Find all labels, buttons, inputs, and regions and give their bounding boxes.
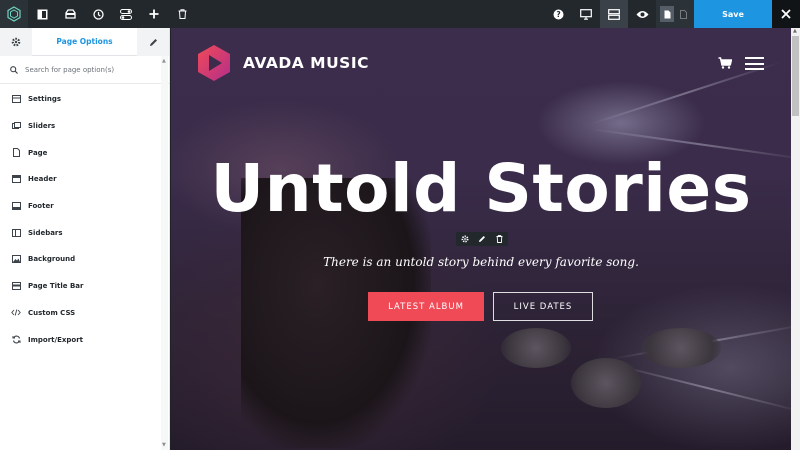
- svg-text:?: ?: [556, 10, 560, 19]
- page-title-bar-icon: [11, 281, 21, 291]
- delete-icon[interactable]: [494, 234, 504, 244]
- hero-title: Untold Stories: [210, 150, 752, 227]
- sidebar-item-label: Footer: [28, 202, 54, 211]
- sidebar-item-page[interactable]: Page: [0, 139, 169, 166]
- scroll-down-icon[interactable]: ▼: [162, 442, 166, 448]
- sidebar-item-settings[interactable]: Settings: [0, 86, 169, 113]
- sidebar-item-label: Custom CSS: [28, 308, 76, 317]
- page-icon[interactable]: [660, 6, 674, 22]
- drum: [571, 358, 641, 408]
- sidebars-icon: [11, 228, 21, 238]
- sidebar-item-label: Sliders: [28, 122, 56, 131]
- search-field[interactable]: Search for page option(s): [0, 56, 169, 84]
- page-type-switch: [656, 0, 694, 28]
- hamburger-menu-icon[interactable]: [745, 57, 764, 70]
- search-placeholder: Search for page option(s): [25, 65, 115, 74]
- desktop-icon[interactable]: [572, 0, 600, 28]
- settings-icon: [11, 94, 21, 104]
- cart-icon[interactable]: [718, 57, 732, 69]
- sidebar-item-sliders[interactable]: Sliders: [0, 113, 169, 140]
- sidebar-item-custom-css[interactable]: Custom CSS: [0, 300, 169, 327]
- import-export-icon: [11, 335, 21, 345]
- sidebar-item-label: Header: [28, 175, 57, 184]
- footer-icon: [11, 201, 21, 211]
- post-icon[interactable]: [676, 6, 690, 22]
- sidebar-item-label: Settings: [28, 95, 62, 104]
- sliders-icon: [11, 121, 21, 131]
- avada-music-logo-icon: [198, 45, 230, 81]
- avada-logo-icon[interactable]: [0, 0, 28, 28]
- save-button[interactable]: Save: [694, 0, 772, 28]
- sidebar-item-header[interactable]: Header: [0, 166, 169, 193]
- tab-page-options[interactable]: Page Options: [32, 28, 137, 55]
- wireframe-icon[interactable]: [600, 0, 628, 28]
- sidebar-item-label: Sidebars: [28, 228, 63, 237]
- search-icon: [10, 65, 18, 74]
- page-options-sidebar: Page Options Search for page option(s) S…: [0, 28, 170, 450]
- sidebar-item-label: Page: [28, 148, 48, 157]
- sidebar-toggle-icon[interactable]: [28, 0, 56, 28]
- close-icon[interactable]: [772, 0, 800, 28]
- brand-name: AVADA MUSIC: [243, 54, 369, 72]
- library-icon[interactable]: [56, 0, 84, 28]
- sidebar-item-background[interactable]: Background: [0, 246, 169, 273]
- light-beam: [590, 61, 782, 125]
- page-options-list: Settings Sliders Page Header Footer Side…: [0, 84, 169, 353]
- sidebar-item-label: Import/Export: [28, 335, 83, 344]
- sidebar-item-import-export[interactable]: Import/Export: [0, 326, 169, 353]
- sidebar-item-label: Page Title Bar: [28, 282, 84, 291]
- add-icon[interactable]: [140, 0, 168, 28]
- element-edit-toolbar: [456, 232, 508, 246]
- trash-icon[interactable]: [168, 0, 196, 28]
- sidebar-item-page-title-bar[interactable]: Page Title Bar: [0, 273, 169, 300]
- live-dates-button[interactable]: LIVE DATES: [493, 292, 593, 321]
- help-icon[interactable]: ?: [544, 0, 572, 28]
- gear-icon[interactable]: [0, 28, 32, 56]
- toggle-icon[interactable]: [112, 0, 140, 28]
- drum: [501, 328, 571, 368]
- settings-gear-icon[interactable]: [460, 234, 470, 244]
- page-icon: [11, 148, 21, 158]
- sidebar-tabs: Page Options: [0, 28, 169, 56]
- hero-subtitle: There is an untold story behind every fa…: [323, 255, 639, 269]
- drum: [641, 328, 721, 368]
- site-brand[interactable]: AVADA MUSIC: [197, 44, 369, 82]
- top-toolbar: ? Save: [0, 0, 800, 28]
- latest-album-button[interactable]: LATEST ALBUM: [368, 292, 484, 321]
- scroll-up-icon[interactable]: ▲: [162, 58, 166, 64]
- sidebar-scrollbar[interactable]: ▲ ▼: [161, 56, 168, 450]
- preview-icon[interactable]: [628, 0, 656, 28]
- sidebar-item-label: Background: [28, 255, 76, 264]
- sidebar-item-sidebars[interactable]: Sidebars: [0, 219, 169, 246]
- header-icon: [11, 174, 21, 184]
- page-preview: AVADA MUSIC Untold Stories There is an u…: [171, 28, 791, 450]
- code-icon: [11, 308, 21, 318]
- sidebar-item-footer[interactable]: Footer: [0, 193, 169, 220]
- scrollbar-thumb[interactable]: [792, 36, 799, 116]
- edit-pencil-icon[interactable]: [477, 234, 487, 244]
- scroll-up-icon[interactable]: ▲: [793, 28, 797, 34]
- pencil-icon[interactable]: [137, 28, 169, 56]
- page-scrollbar[interactable]: ▲: [791, 28, 800, 450]
- history-icon[interactable]: [84, 0, 112, 28]
- background-icon: [11, 254, 21, 264]
